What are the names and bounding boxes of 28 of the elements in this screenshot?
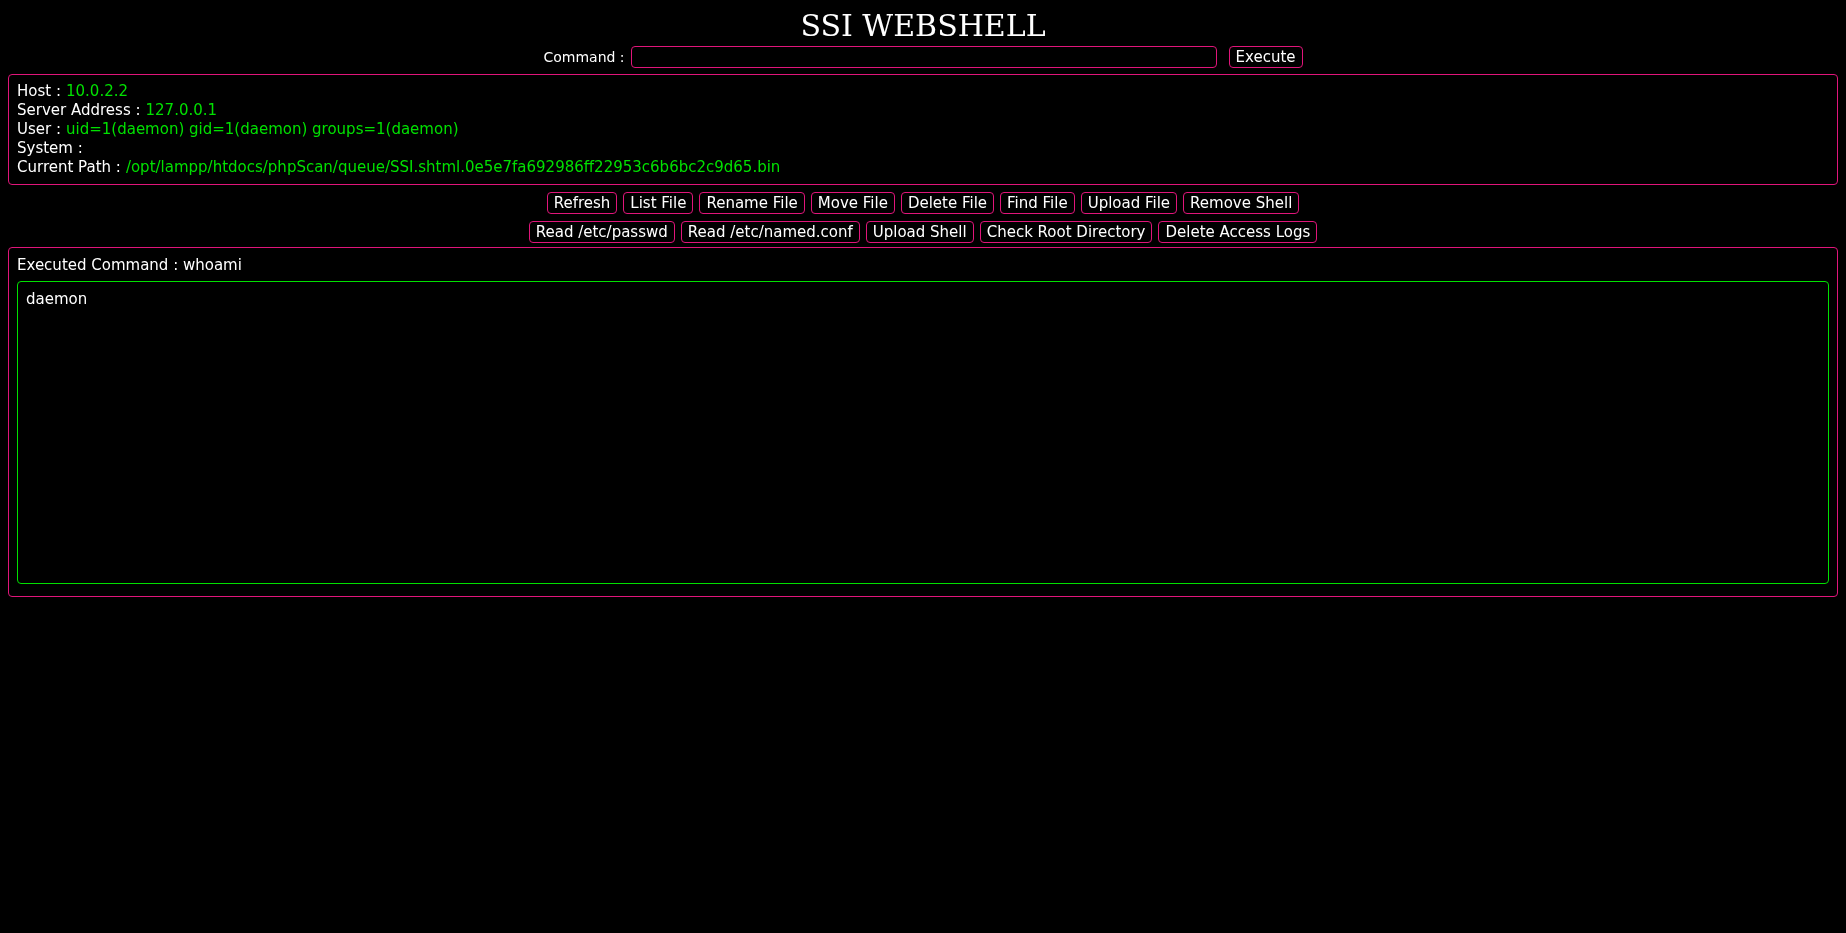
action-button[interactable]: Check Root Directory: [979, 221, 1153, 243]
info-value: /opt/lampp/htdocs/phpScan/queue/SSI.shtml.0e5e7fa692986ff22953c6b6bc2c9d65.bin: [125, 158, 781, 176]
info-label: Server Address :: [17, 101, 141, 119]
page-title: SSI WEBSHELL: [799, 8, 1047, 44]
action-button[interactable]: Remove Shell: [1183, 192, 1300, 214]
command-input-field[interactable]: [630, 46, 1217, 68]
execute-button[interactable]: Execute: [1228, 46, 1303, 68]
info-label: System :: [17, 139, 83, 157]
info-label: Current Path :: [17, 158, 121, 176]
info-label: Host :: [17, 82, 61, 100]
action-button[interactable]: Upload Shell: [865, 221, 974, 243]
action-button[interactable]: Rename File: [699, 192, 805, 214]
info-value: 10.0.2.2: [66, 82, 128, 100]
info-value: uid=1(daemon) gid=1(daemon) groups=1(daemon): [66, 120, 459, 138]
action-button[interactable]: Delete File: [900, 192, 995, 214]
action-button[interactable]: Refresh: [546, 192, 618, 214]
executed-command-label: Executed Command : whoami: [17, 256, 243, 275]
info-value: 127.0.0.1: [145, 101, 218, 119]
info-label: User :: [17, 120, 61, 138]
action-button[interactable]: Delete Access Logs: [1158, 221, 1318, 243]
action-button[interactable]: Find File: [1000, 192, 1075, 214]
action-button[interactable]: Move File: [810, 192, 895, 214]
action-button[interactable]: Read /etc/named.conf: [680, 221, 860, 243]
output-text-area[interactable]: daemon: [17, 281, 1829, 584]
action-button[interactable]: Upload File: [1080, 192, 1178, 214]
command-label: Command :: [543, 49, 625, 65]
action-button[interactable]: Read /etc/passwd: [528, 221, 675, 243]
action-button[interactable]: List File: [623, 192, 694, 214]
